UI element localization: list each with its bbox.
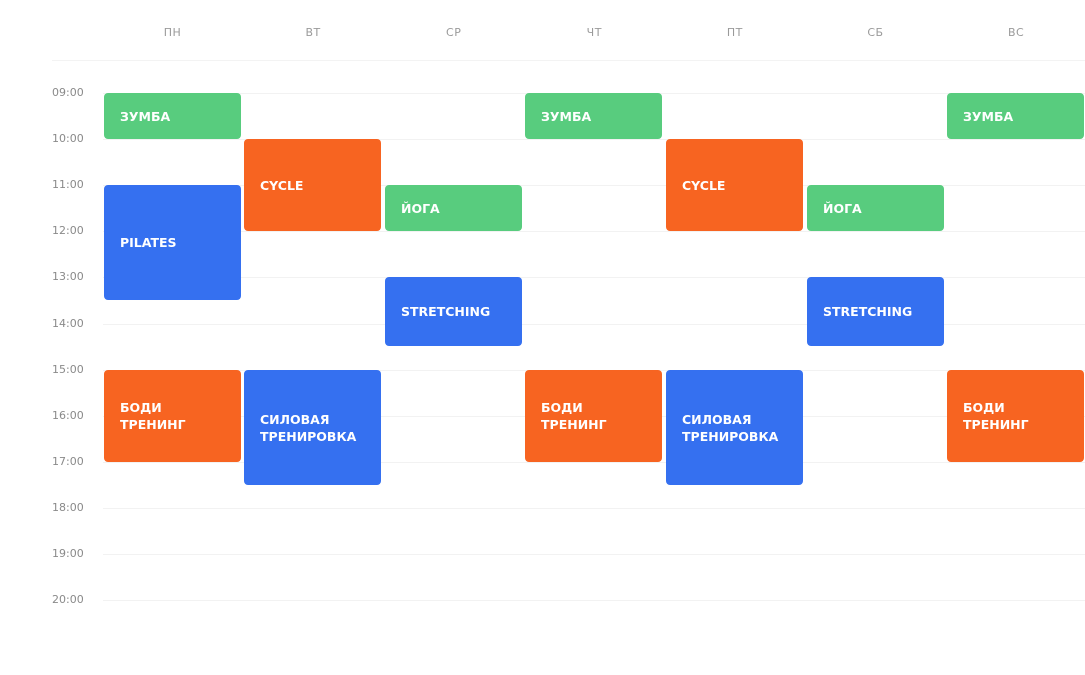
schedule-event[interactable]: СИЛОВАЯ ТРЕНИРОВКА	[666, 370, 803, 485]
day-header: ВТ	[305, 26, 321, 39]
hour-gridline	[103, 600, 1085, 601]
event-title: БОДИ ТРЕНИНГ	[120, 400, 186, 432]
day-header: ПН	[163, 26, 182, 39]
schedule-event[interactable]: ЗУМБА	[947, 93, 1084, 139]
day-header: ПТ	[726, 26, 743, 39]
event-title: CYCLE	[682, 177, 726, 193]
time-label: 15:00	[52, 363, 84, 376]
time-label: 16:00	[52, 409, 84, 422]
header-divider	[52, 60, 1085, 61]
time-label: 14:00	[52, 317, 84, 330]
time-label: 20:00	[52, 593, 84, 606]
time-label: 11:00	[52, 178, 84, 191]
event-title: БОДИ ТРЕНИНГ	[963, 400, 1029, 432]
hour-gridline	[103, 554, 1085, 555]
time-label: 13:00	[52, 270, 84, 283]
schedule-event[interactable]: STRETCHING	[807, 277, 944, 346]
event-title: СИЛОВАЯ ТРЕНИРОВКА	[260, 411, 357, 444]
event-title: ЗУМБА	[963, 108, 1014, 124]
schedule-event[interactable]: CYCLE	[244, 139, 381, 231]
hour-gridline	[103, 508, 1085, 509]
day-header: ВС	[1007, 26, 1025, 39]
event-title: ЙОГА	[401, 200, 440, 216]
event-title: СИЛОВАЯ ТРЕНИРОВКА	[682, 411, 779, 444]
event-title: БОДИ ТРЕНИНГ	[541, 400, 607, 432]
event-title: ЗУМБА	[120, 108, 171, 124]
schedule-event[interactable]: CYCLE	[666, 139, 803, 231]
schedule-event[interactable]: ЗУМБА	[525, 93, 662, 139]
schedule-event[interactable]: ЙОГА	[807, 185, 944, 231]
time-label: 18:00	[52, 501, 84, 514]
schedule-event[interactable]: БОДИ ТРЕНИНГ	[104, 370, 241, 462]
event-title: PILATES	[120, 235, 177, 250]
schedule-event[interactable]: БОДИ ТРЕНИНГ	[947, 370, 1084, 462]
time-label: 19:00	[52, 547, 84, 560]
schedule-event[interactable]: STRETCHING	[385, 277, 522, 346]
time-label: 17:00	[52, 455, 84, 468]
schedule-event[interactable]: ЙОГА	[385, 185, 522, 231]
schedule-event[interactable]: СИЛОВАЯ ТРЕНИРОВКА	[244, 370, 381, 485]
day-header: ЧТ	[586, 26, 602, 39]
schedule-event[interactable]: БОДИ ТРЕНИНГ	[525, 370, 662, 462]
time-label: 12:00	[52, 224, 84, 237]
event-title: ЗУМБА	[541, 108, 592, 124]
schedule-event[interactable]: PILATES	[104, 185, 241, 300]
day-header: СР	[446, 26, 462, 39]
event-title: CYCLE	[260, 177, 304, 193]
day-header: СБ	[867, 26, 884, 39]
weekly-schedule: ПН ВТ СР ЧТ ПТ СБ ВС 09:00 10:00 11:00 12:00 13:00 1…	[0, 0, 1085, 675]
event-title: ЙОГА	[823, 200, 862, 216]
time-label: 09:00	[52, 86, 84, 99]
time-label: 10:00	[52, 132, 84, 145]
event-title: STRETCHING	[401, 304, 491, 319]
schedule-event[interactable]: ЗУМБА	[104, 93, 241, 139]
hour-gridline	[103, 231, 1085, 232]
event-title: STRETCHING	[823, 304, 913, 319]
